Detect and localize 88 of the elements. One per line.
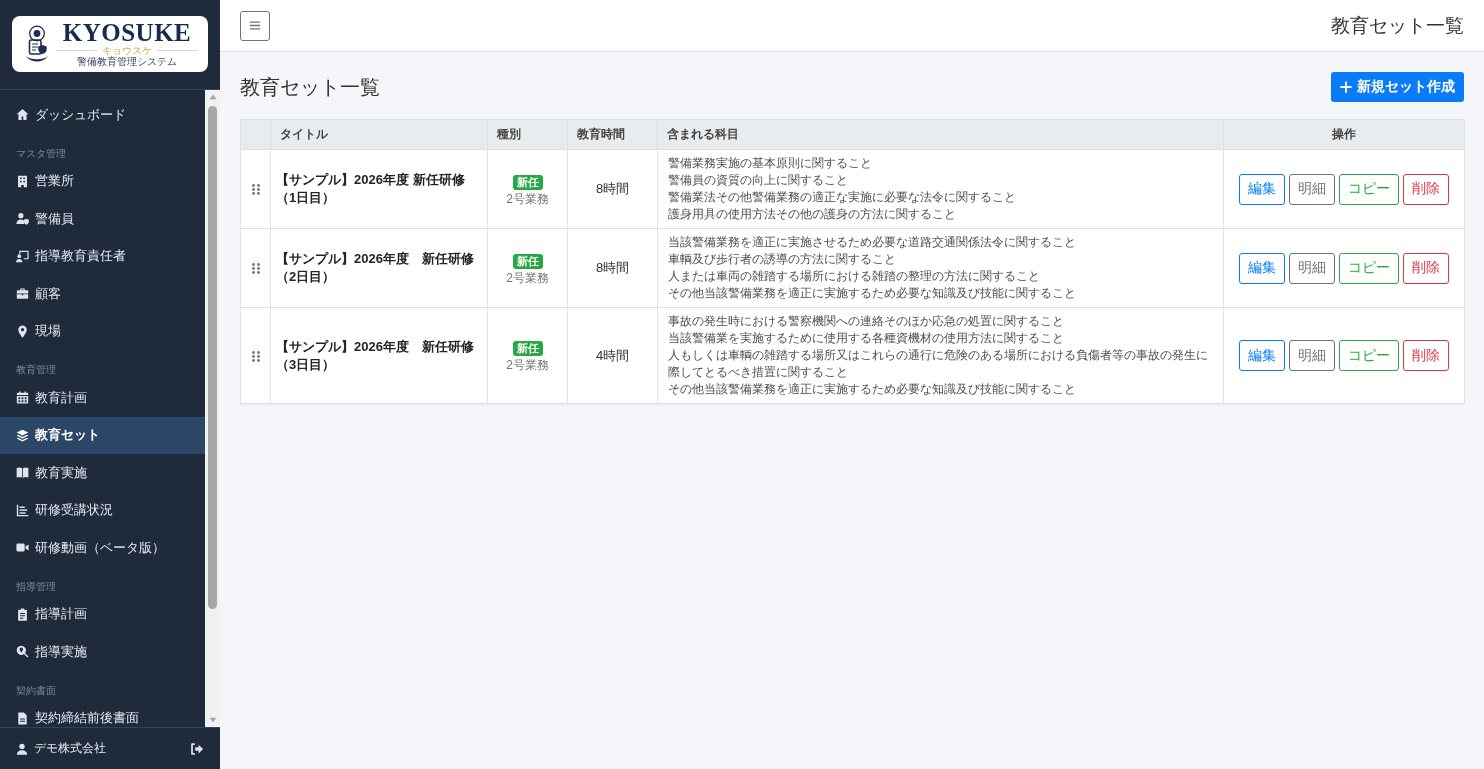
user-name: デモ株式会社 bbox=[34, 740, 106, 757]
document-icon bbox=[16, 711, 29, 725]
subject-text: その他当該警備業務を適正に実施するため必要な知識及び技能に関すること bbox=[668, 381, 1077, 398]
nav-item[interactable]: 教育計画 bbox=[0, 379, 205, 417]
page-heading: 教育セット一覧 bbox=[240, 75, 380, 100]
nav-item[interactable]: 営業所 bbox=[0, 162, 205, 200]
detail-button[interactable]: 明細 bbox=[1289, 340, 1335, 371]
logout-icon[interactable] bbox=[190, 741, 204, 756]
nav-item[interactable]: 現場 bbox=[0, 312, 205, 350]
nav-item[interactable]: 研修受講状況 bbox=[0, 491, 205, 529]
nav-item[interactable]: 教育セット bbox=[0, 416, 205, 454]
drag-handle-icon[interactable] bbox=[251, 263, 260, 275]
nav-item[interactable]: ダッシュボード bbox=[0, 96, 205, 134]
nav-section-heading: マスタ管理 bbox=[16, 147, 66, 159]
user-shield-icon bbox=[16, 212, 29, 226]
subject-text: 当該警備業を実施するために使用する各種資機材の使用方法に関すること bbox=[668, 330, 1065, 347]
logo-card[interactable]: KYOSUKE キョウスケ 警備教育管理システム bbox=[12, 16, 208, 72]
logo-reading: キョウスケ bbox=[102, 45, 152, 56]
briefcase-icon bbox=[16, 287, 29, 301]
drag-handle-icon[interactable] bbox=[251, 184, 260, 196]
nav-section-heading: 指導管理 bbox=[16, 580, 56, 592]
column-header: 含まれる科目 bbox=[657, 119, 1224, 150]
edit-button[interactable]: 編集 bbox=[1239, 173, 1285, 205]
subject-text: その他当該警備業務を適正に実施するため必要な知識及び技能に関すること bbox=[668, 285, 1077, 302]
open-book-icon bbox=[16, 466, 29, 480]
nav-item[interactable]: 研修動画（ベータ版） bbox=[0, 529, 205, 567]
plus-icon bbox=[1340, 81, 1352, 93]
search-pin-icon bbox=[16, 645, 29, 659]
edit-button[interactable]: 編集 bbox=[1239, 252, 1285, 284]
subject-text: 車輌及び歩行者の誘導の方法に関すること bbox=[668, 251, 897, 268]
table-cell: 4時間 bbox=[567, 307, 658, 404]
table-cell: 【サンプル】2026年度 新任研修（3日目） bbox=[270, 307, 488, 404]
menu-button[interactable] bbox=[240, 10, 270, 41]
subject-text: 事故の発生時における警察機関への連絡そのほか応急の処置に関すること bbox=[668, 313, 1065, 330]
category-text: 2号業務 bbox=[506, 269, 549, 286]
layers-icon bbox=[16, 428, 29, 442]
clipboard-icon bbox=[16, 607, 29, 621]
column-header: 操作 bbox=[1223, 119, 1465, 150]
table-cell: 【サンプル】2026年度 新任研修（2日目） bbox=[270, 228, 488, 308]
nav-section-heading: 教育管理 bbox=[16, 364, 56, 375]
nav-item[interactable]: 警備員 bbox=[0, 200, 205, 238]
column-header: 教育時間 bbox=[567, 119, 658, 150]
nav-item[interactable]: 顧客 bbox=[0, 275, 205, 313]
scrollbar-thumb[interactable] bbox=[208, 106, 217, 609]
bar-chart-icon bbox=[16, 503, 29, 517]
subject-text: 警備業務実施の基本原則に関すること bbox=[668, 155, 873, 172]
scrollbar[interactable] bbox=[205, 90, 220, 727]
map-pin-icon bbox=[16, 324, 29, 338]
detail-button[interactable]: 明細 bbox=[1289, 173, 1335, 205]
delete-button[interactable]: 削除 bbox=[1403, 252, 1449, 284]
subject-text: 人または車両の雑踏する場所における雑踏の整理の方法に関すること bbox=[668, 268, 1041, 285]
nav-section-heading: 契約書面 bbox=[16, 684, 56, 696]
subject-text: 当該警備業務を適正に実施させるため必要な道路交通関係法令に関すること bbox=[668, 234, 1077, 251]
category-text: 2号業務 bbox=[506, 190, 549, 207]
type-badge: 新任 bbox=[512, 253, 543, 269]
user-icon bbox=[16, 742, 28, 755]
edit-button[interactable]: 編集 bbox=[1239, 340, 1285, 371]
delete-button[interactable]: 削除 bbox=[1403, 340, 1449, 371]
detail-button[interactable]: 明細 bbox=[1289, 252, 1335, 284]
logo-wordmark: KYOSUKE bbox=[62, 20, 192, 45]
type-badge: 新任 bbox=[512, 174, 543, 190]
logo-tagline: 警備教育管理システム bbox=[77, 56, 177, 68]
column-header: タイトル bbox=[270, 119, 488, 150]
nav-item[interactable]: 指導教育責任者 bbox=[0, 237, 205, 275]
table-cell: 【サンプル】2026年度 新任研修（1日目） bbox=[270, 149, 488, 229]
table-cell: 8時間 bbox=[567, 149, 658, 229]
subject-text: 警備業法その他警備業務の適正な実施に必要な法令に関すること bbox=[668, 189, 1017, 206]
nav-item[interactable]: 契約締結前後書面 bbox=[0, 699, 205, 727]
type-badge: 新任 bbox=[512, 341, 543, 356]
presentation-board-icon bbox=[16, 249, 29, 263]
nav-item[interactable]: 教育実施 bbox=[0, 454, 205, 492]
subject-text: 警備員の資質の向上に関すること bbox=[668, 172, 849, 189]
logo-emblem-icon bbox=[24, 25, 50, 63]
page-title: 教育セット一覧 bbox=[1331, 13, 1464, 38]
home-icon bbox=[16, 108, 29, 122]
building-icon bbox=[16, 174, 29, 188]
menu-icon bbox=[249, 20, 261, 31]
nav-item[interactable]: 指導実施 bbox=[0, 633, 205, 671]
category-text: 2号業務 bbox=[506, 357, 549, 373]
nav-item[interactable]: 指導計画 bbox=[0, 595, 205, 633]
new-set-button[interactable]: 新規セット作成 bbox=[1331, 72, 1464, 102]
drag-handle-icon[interactable] bbox=[251, 350, 260, 362]
table-cell: 8時間 bbox=[567, 228, 658, 308]
calendar-icon bbox=[16, 391, 29, 405]
delete-button[interactable]: 削除 bbox=[1403, 173, 1449, 205]
subject-text: 護身用具の使用方法その他の護身の方法に関すること bbox=[668, 206, 957, 223]
subject-text: 人もしくは車輌の雑踏する場所又はこれらの通行に危険のある場所における負傷者等の事故の発生に際してとるべき措置に関すること bbox=[668, 347, 1209, 381]
column-header: 種別 bbox=[487, 119, 568, 150]
